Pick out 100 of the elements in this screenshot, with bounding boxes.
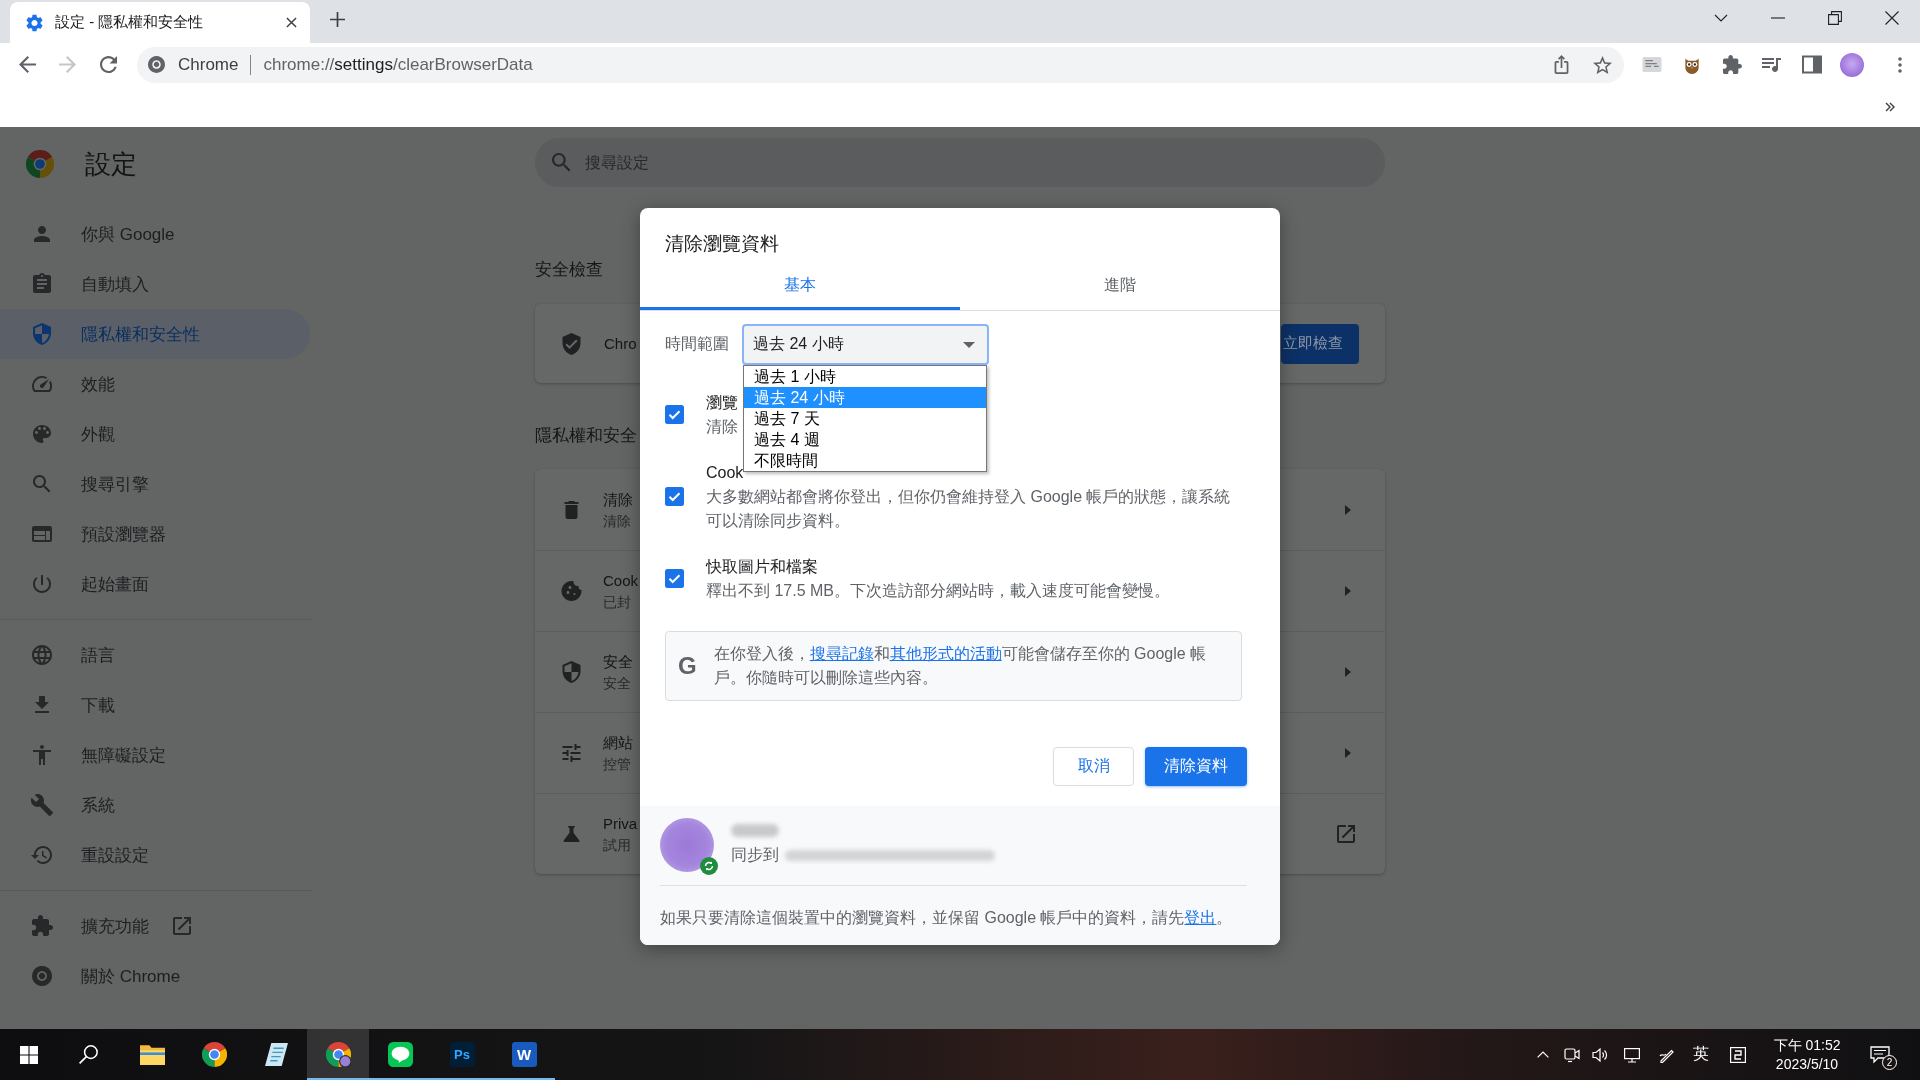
sync-badge-icon	[700, 857, 718, 875]
puzzle-icon	[31, 915, 53, 937]
camera-icon[interactable]	[1564, 1046, 1580, 1063]
option-title: 快取圖片和檔案	[706, 557, 818, 577]
browser-tab[interactable]: 設定 - 隱私權和安全性	[10, 2, 310, 43]
sidebar-item[interactable]: 重設設定	[0, 830, 310, 880]
address-bar[interactable]: Chrome chrome://settings/clearBrowserData	[137, 46, 1624, 83]
option-title: 瀏覽	[706, 393, 738, 413]
link[interactable]: 搜尋記錄	[809, 645, 874, 662]
dropdown-option[interactable]: 不限時間	[744, 450, 986, 471]
monitor-icon[interactable]	[1624, 1046, 1640, 1063]
reload-icon[interactable]	[100, 56, 117, 73]
clock-date[interactable]: 2023/5/10	[1775, 1054, 1839, 1074]
sidebar-item[interactable]: 關於 Chrome	[0, 951, 310, 1001]
palette-icon	[31, 423, 53, 445]
double-chevron-icon[interactable]	[1885, 101, 1895, 112]
back-icon[interactable]	[19, 56, 36, 73]
puzzle-icon[interactable]	[1722, 55, 1742, 74]
star-icon[interactable]	[1593, 55, 1612, 74]
redacted-name	[731, 824, 779, 837]
sidebar-item[interactable]: 起始畫面	[0, 559, 310, 609]
profile-avatar[interactable]	[1840, 52, 1864, 77]
dialog-tab[interactable]: 進階	[960, 260, 1280, 310]
chrome-logo-icon	[26, 150, 54, 178]
accessibility-icon	[31, 744, 53, 766]
close-icon[interactable]	[286, 17, 297, 28]
row-title[interactable]: Cook	[603, 570, 639, 592]
dropdown-option[interactable]: 過去 4 週	[744, 429, 986, 450]
keyboard-mode-icon[interactable]	[1730, 1046, 1746, 1063]
row-subtitle: 安全	[603, 674, 631, 693]
queue-music-icon[interactable]	[1762, 55, 1782, 74]
sidebar-item[interactable]: 下載	[0, 680, 310, 730]
start-icon[interactable]	[20, 1045, 38, 1064]
dropdown-option[interactable]: 過去 24 小時	[744, 387, 986, 408]
caret-right-icon[interactable]	[1345, 748, 1351, 758]
sidebar-item[interactable]: 擴充功能	[0, 901, 310, 951]
dialog-tab[interactable]: 基本	[640, 260, 960, 310]
app-logo: W	[511, 1042, 537, 1067]
checkbox[interactable]	[665, 486, 684, 506]
sidebar-item[interactable]: 效能	[0, 359, 310, 409]
checkbox[interactable]	[665, 404, 684, 424]
new-tab-icon[interactable]	[330, 12, 345, 27]
search-icon	[31, 473, 53, 495]
dropdown-option[interactable]: 過去 1 小時	[744, 366, 986, 387]
extension-tile-icon[interactable]	[1642, 55, 1662, 74]
side-panel-icon[interactable]	[1802, 55, 1822, 74]
site-label: Chrome	[178, 54, 239, 75]
caret-right-icon[interactable]	[1345, 667, 1351, 677]
shield-icon	[31, 323, 53, 345]
open-in-new-icon[interactable]	[1337, 825, 1355, 843]
sidebar-item[interactable]: 外觀	[0, 409, 310, 459]
sync-label: 同步到	[731, 845, 779, 865]
row-title[interactable]: 安全	[603, 651, 633, 673]
notification-icon[interactable]	[1870, 1045, 1890, 1064]
restore-icon[interactable]	[1827, 11, 1842, 25]
row-subtitle: 已封	[603, 593, 631, 612]
sidebar-item[interactable]: 無障礙設定	[0, 730, 310, 780]
link[interactable]: 其他形式的活動	[889, 645, 1002, 662]
checkbox[interactable]	[665, 568, 684, 588]
sign-out-link[interactable]: 登出	[1184, 909, 1217, 926]
row-title[interactable]: 網站	[603, 732, 633, 754]
share-icon[interactable]	[1554, 55, 1569, 74]
input-method-label[interactable]: 英	[1693, 1044, 1709, 1065]
section-heading: 安全檢查	[535, 259, 603, 281]
cookie-icon	[561, 580, 582, 602]
taskbar-button[interactable]	[307, 1029, 369, 1080]
check-now-button[interactable]: 立即檢查	[1281, 323, 1359, 364]
sidebar-item[interactable]: 系統	[0, 780, 310, 830]
sidebar-item[interactable]: 搜尋引擎	[0, 459, 310, 509]
sidebar-item[interactable]: 隱私權和安全性	[0, 309, 310, 359]
section-heading: 隱私權和安全	[535, 425, 637, 447]
folder-icon	[139, 1042, 165, 1067]
clock-time[interactable]: 下午 01:52	[1773, 1035, 1841, 1055]
taskbar-button[interactable]: W	[493, 1029, 555, 1080]
card-title: Chro	[604, 335, 637, 352]
dropdown-option[interactable]: 過去 7 天	[744, 408, 986, 429]
chevron-up-icon[interactable]	[1537, 1051, 1549, 1058]
sidebar-item[interactable]: 自動填入	[0, 259, 310, 309]
row-title[interactable]: 清除	[603, 488, 633, 511]
clear-data-button[interactable]: 清除資料	[1145, 747, 1247, 786]
option-description: 大多數網站都會將你登出，但你仍會維持登入 Google 帳戶的狀態，讓系統可以清除同步資料。	[706, 487, 1232, 531]
speaker-icon[interactable]	[1592, 1046, 1608, 1063]
time-range-dropdown[interactable]: 過去 24 小時	[742, 324, 989, 365]
site-info-icon[interactable]	[148, 56, 165, 73]
caret-right-icon[interactable]	[1345, 586, 1351, 596]
clipboard-icon	[31, 273, 53, 295]
more-icon[interactable]	[1898, 56, 1902, 73]
search-icon[interactable]	[79, 1045, 98, 1064]
sidebar-item[interactable]: 語言	[0, 630, 310, 680]
row-title[interactable]: Priva	[603, 813, 638, 835]
cancel-button[interactable]: 取消	[1053, 747, 1134, 786]
sidebar-item[interactable]: 你與 Google	[0, 209, 310, 259]
taskbar-button[interactable]: Ps	[431, 1029, 493, 1080]
close-icon[interactable]	[1884, 11, 1899, 25]
chevron-down-icon[interactable]	[1713, 14, 1728, 22]
row-subtitle: 清除	[603, 511, 631, 531]
minimize-icon[interactable]	[1770, 17, 1785, 19]
caret-right-icon[interactable]	[1345, 504, 1351, 515]
sidebar-item[interactable]: 預設瀏覽器	[0, 509, 310, 559]
chat-bubble-icon	[387, 1042, 413, 1067]
